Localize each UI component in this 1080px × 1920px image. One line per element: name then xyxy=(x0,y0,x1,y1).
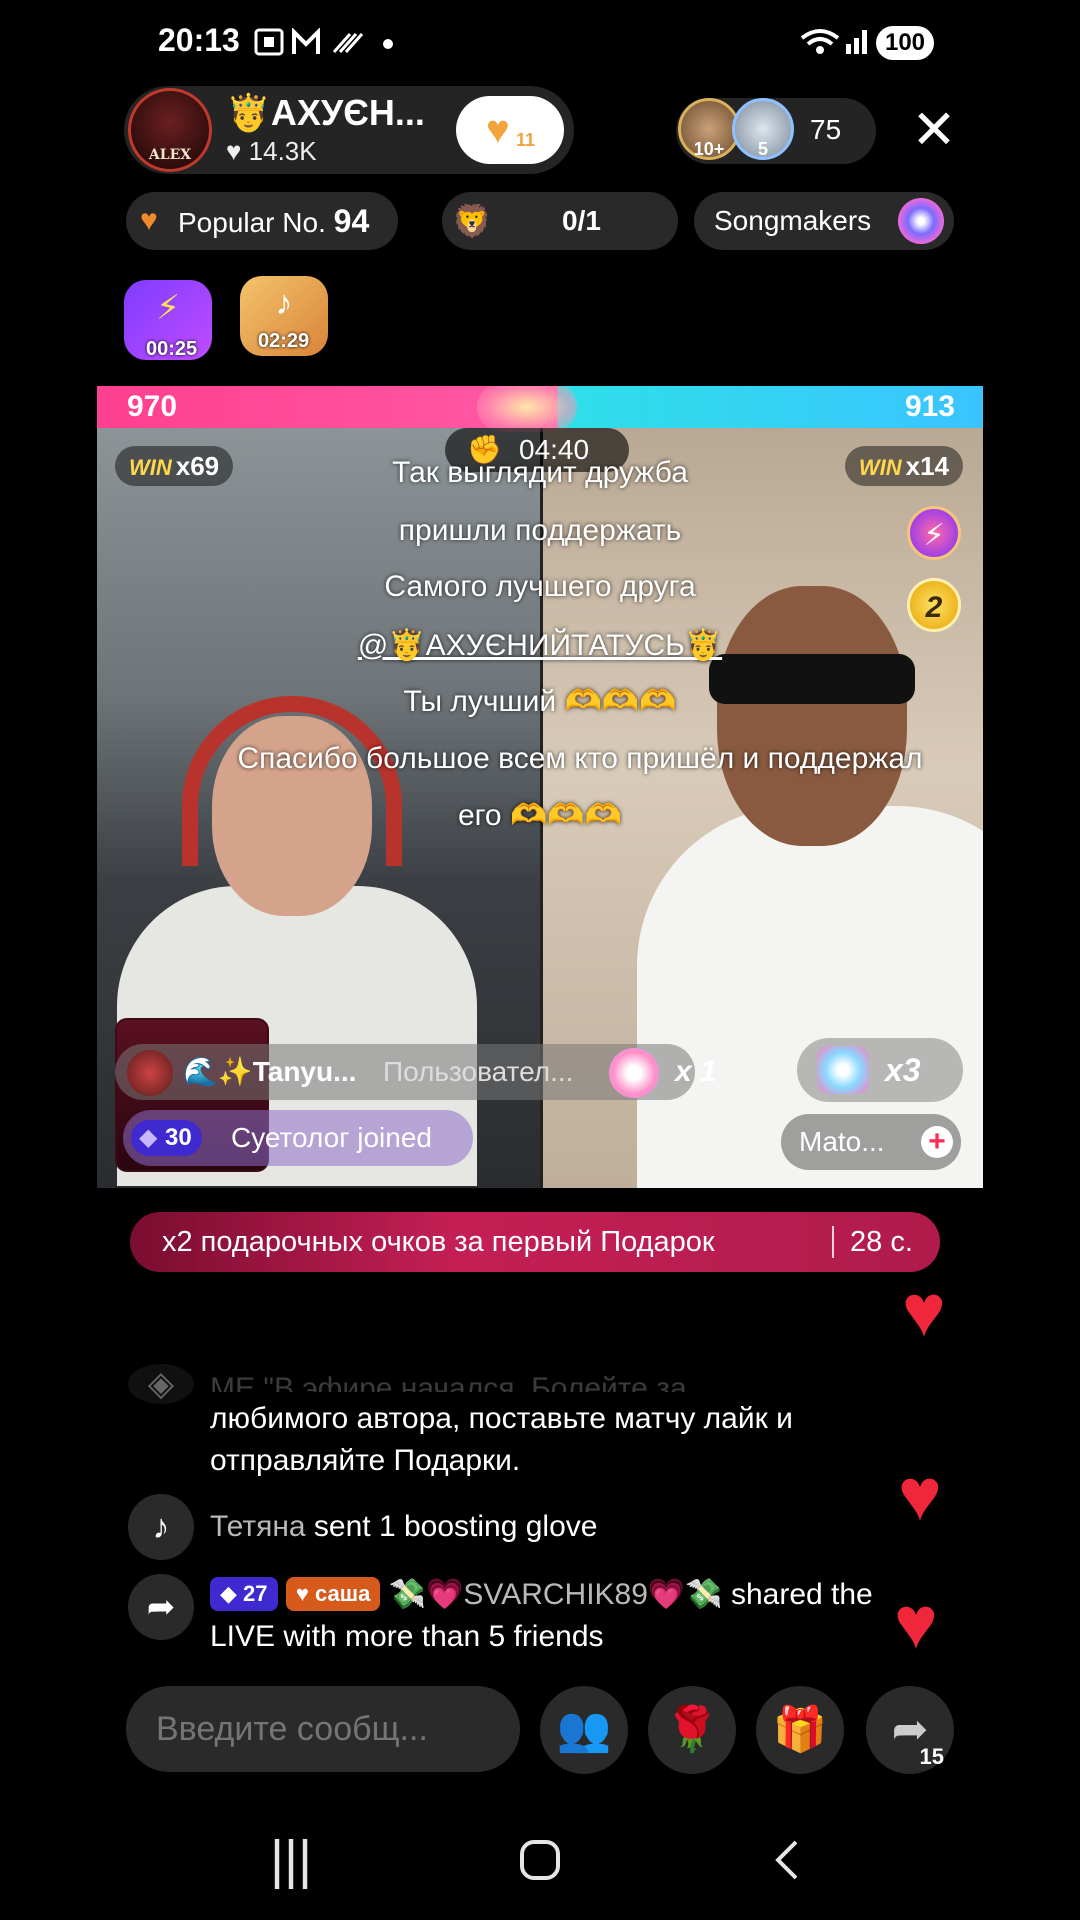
treasure-box-timer: 02:29 xyxy=(258,330,310,352)
caption-line: пришли поддержать xyxy=(398,514,682,547)
gift-notification[interactable]: 🌊✨Tanyu... Пользовател... x 1 xyxy=(115,1044,717,1100)
recent-apps-icon[interactable]: ||| xyxy=(270,1830,312,1890)
team-count: 0/1 xyxy=(562,205,601,236)
fan-heart-icon: ♥ xyxy=(486,108,510,152)
songmakers-label: Songmakers xyxy=(714,205,872,236)
chat-message[interactable]: ◆ 27 ♥ саша 💸💗SVARCHIK89💗💸 shared the LI… xyxy=(210,1574,930,1658)
top-viewer-avatar-2[interactable]: 5 xyxy=(732,98,794,160)
caption-line: Самого лучшего друга xyxy=(384,570,696,603)
broken-heart-icon: ♥ xyxy=(140,204,158,237)
join-notification: ◆ 30 Суетолог joined xyxy=(123,1110,473,1166)
chat-user-name[interactable]: 💸💗SVARCHIK89💗💸 xyxy=(389,1578,723,1611)
viewer-badge-2: 5 xyxy=(757,139,768,159)
promo-separator xyxy=(832,1226,834,1258)
user-level-badge: ◆ 27 xyxy=(210,1577,278,1611)
system-message: любимого автора, поставьте матчу лайк и … xyxy=(210,1402,793,1477)
fan-club-badge: ♥ саша xyxy=(285,1577,381,1611)
battle-area[interactable]: 970 913 WIN x69 WIN x14 ✊ 04:40 Так выгляд… xyxy=(97,386,983,1188)
viewer-badge-1: 10+ xyxy=(693,139,725,159)
popular-label: Popular No. xyxy=(178,207,326,238)
home-icon[interactable] xyxy=(518,1838,562,1882)
fan-club-name: саша xyxy=(315,1581,371,1606)
promo-banner[interactable]: x2 подарочных очков за первый Подарок 28… xyxy=(130,1212,940,1272)
treasure-chest-icon: ♪ xyxy=(275,284,293,322)
popular-rank-chip[interactable]: ♥ Popular No. 94 xyxy=(126,192,398,250)
viewer-count[interactable]: 75 xyxy=(810,114,841,146)
host-avatar-label: ALEX xyxy=(148,147,192,163)
close-icon[interactable]: ✕ xyxy=(908,103,960,157)
user-level: 27 xyxy=(243,1581,268,1606)
promo-text: x2 подарочных очков за первый Подарок xyxy=(162,1226,715,1258)
host-likes: ♥ 14.3K xyxy=(226,136,317,166)
gift-sender-name: 🌊✨Tanyu... xyxy=(183,1056,357,1087)
guests-icon[interactable]: 👥 xyxy=(540,1686,628,1774)
wifi-signal-icon xyxy=(800,29,867,54)
host-avatar[interactable]: ALEX xyxy=(128,88,212,172)
floating-heart-icon: ♥ xyxy=(902,1269,946,1352)
back-icon[interactable] xyxy=(772,1838,802,1882)
join-text: Суетолог joined xyxy=(231,1122,432,1153)
top-viewer-avatar-1[interactable]: 10+ xyxy=(678,98,740,160)
follow-count: 11 xyxy=(516,130,536,150)
user-level: 30 xyxy=(165,1124,192,1151)
caption-line: Так выглядит дружба xyxy=(392,456,688,489)
rose-gift-icon[interactable]: 🌹 xyxy=(648,1686,736,1774)
caption-line: Ты лучший 🫶🫶🫶 xyxy=(403,685,677,718)
gift-text: Пользовател... xyxy=(383,1056,574,1087)
caption-line: Спасибо большое всем кто пришёл и поддер… xyxy=(237,742,923,775)
gift-multiplier: x 1 xyxy=(675,1055,717,1088)
share-button[interactable]: ➦ 15 xyxy=(866,1686,954,1774)
promo-timer: 28 с. xyxy=(850,1226,913,1258)
battle-score-bar: 970 913 xyxy=(97,386,983,432)
donut-gift-icon xyxy=(609,1048,659,1098)
chat-user-name[interactable]: Тетяна xyxy=(210,1510,306,1543)
team-chip[interactable]: 🦁 0/1 xyxy=(442,192,678,250)
user-level-badge: ◆ 30 xyxy=(131,1120,202,1156)
gift-sender-avatar xyxy=(127,1050,173,1096)
gift-combo: x3 xyxy=(797,1038,963,1102)
caption-line: его 🫶🫶🫶 xyxy=(457,799,623,832)
chat-message[interactable]: Тетяна sent 1 boosting glove xyxy=(210,1506,950,1548)
message-input[interactable] xyxy=(126,1686,520,1772)
score-flame-icon xyxy=(477,386,577,432)
follow-button[interactable]: ♥ 11 xyxy=(456,96,564,164)
caption-mention[interactable]: @🤴АХУЄНИЙТАТУСЬ🤴 xyxy=(97,628,983,663)
host-name[interactable]: 🤴АХУЄН... xyxy=(226,92,425,134)
score-left: 970 xyxy=(127,390,178,423)
lion-icon: 🦁 xyxy=(452,203,492,239)
status-time: 20:13 xyxy=(158,22,240,58)
disc-icon xyxy=(898,198,944,244)
gift-icon[interactable]: 🎁 xyxy=(756,1686,844,1774)
system-avatar: ◈ xyxy=(128,1364,194,1404)
lightning-box-timer: 00:25 xyxy=(146,338,198,360)
combo-count: x3 xyxy=(885,1052,921,1088)
opponent-follow-chip[interactable]: Mato... + xyxy=(781,1114,961,1170)
score-right: 913 xyxy=(904,390,955,423)
chat-faded-line: МЕ "В эфире начался. Болейте за xyxy=(210,1372,687,1392)
battery-indicator: 100 xyxy=(876,26,934,60)
share-icon: ➦ xyxy=(128,1574,194,1640)
status-notification-icons xyxy=(254,28,393,56)
popular-rank: 94 xyxy=(333,203,370,239)
share-count: 15 xyxy=(919,1744,944,1769)
tiktok-icon: ♪ xyxy=(128,1494,194,1560)
diamond-icon: ◆ xyxy=(139,1124,158,1151)
lightning-icon: ⚡ xyxy=(156,289,180,327)
heart-gift-icon xyxy=(817,1046,869,1094)
songmakers-chip[interactable]: Songmakers xyxy=(694,192,954,250)
plus-icon[interactable]: + xyxy=(921,1126,953,1158)
lightning-badge-icon[interactable]: ⚡ xyxy=(907,506,961,560)
opponent-name: Mato... xyxy=(799,1126,885,1157)
rank-badge[interactable]: 2 xyxy=(907,578,961,632)
chat-text: sent 1 boosting glove xyxy=(305,1510,598,1543)
